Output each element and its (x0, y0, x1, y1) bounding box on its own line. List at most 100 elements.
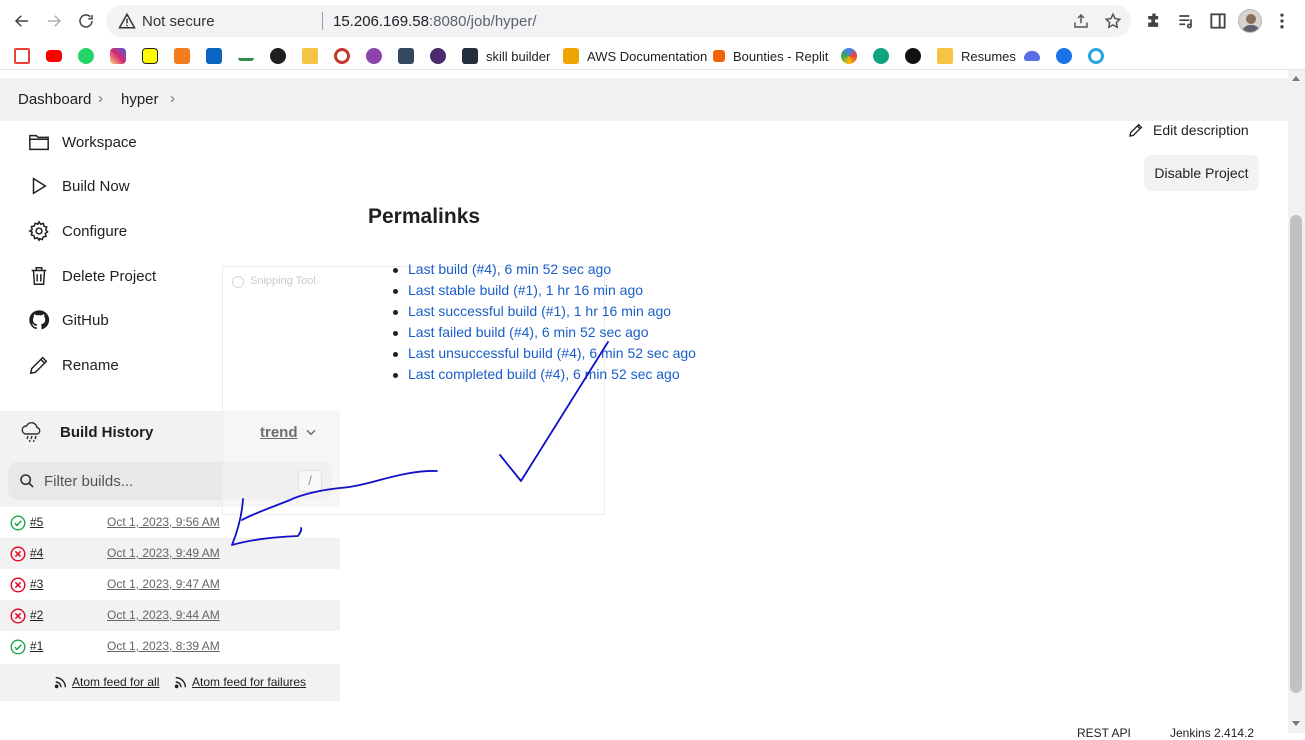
camera-icon (398, 48, 414, 64)
bookmark-ring[interactable] (1088, 48, 1104, 64)
play-icon (32, 177, 47, 195)
build-number-link[interactable]: #3 (30, 577, 43, 591)
bookmark-camera[interactable] (398, 48, 414, 64)
media-control-icon[interactable] (1176, 11, 1196, 31)
geeksforgeeks-icon (238, 51, 254, 61)
build-date-link[interactable]: Oct 1, 2023, 8:39 AM (107, 639, 220, 653)
atom-feed-failures-link[interactable]: Atom feed for failures (174, 675, 306, 689)
profile-avatar[interactable] (1238, 9, 1262, 33)
build-row: #3 Oct 1, 2023, 9:47 AM (0, 569, 340, 600)
back-button[interactable] (10, 9, 34, 33)
build-number-link[interactable]: #2 (30, 608, 43, 622)
page-scrollbar[interactable] (1288, 70, 1305, 733)
bookmark-red-logo[interactable] (334, 48, 350, 64)
rss-icon (174, 676, 187, 689)
build-date-link[interactable]: Oct 1, 2023, 9:47 AM (107, 577, 220, 591)
extensions-icon[interactable] (1144, 11, 1164, 31)
pencil-icon (29, 356, 48, 375)
bookmark-cube[interactable] (174, 48, 190, 64)
atom-feeds: Atom feed for all Atom feed for failures (0, 664, 340, 701)
snipping-tool-icon (232, 276, 244, 288)
circle-logo-icon (366, 48, 382, 64)
bookmark-skill-builder[interactable]: skill builder (462, 48, 550, 64)
atom-feed-all-link[interactable]: Atom feed for all (54, 675, 159, 689)
permalinks-list: Last build (#4), 6 min 52 sec ago Last s… (390, 261, 696, 387)
bookmark-instagram[interactable] (110, 48, 126, 64)
build-history-title: Build History (60, 424, 154, 441)
scrollbar-thumb[interactable] (1290, 215, 1302, 693)
scroll-down-icon[interactable] (1292, 721, 1300, 726)
task-rename[interactable]: Rename (28, 353, 119, 377)
permalink-last-unsuccessful-build[interactable]: Last unsuccessful build (#4), 6 min 52 s… (408, 345, 696, 361)
gear-icon (28, 220, 49, 242)
failed-x-icon (10, 546, 26, 562)
permalink-last-failed-build[interactable]: Last failed build (#4), 6 min 52 sec ago (408, 324, 648, 340)
breadcrumb-dashboard[interactable]: Dashboard (18, 91, 91, 108)
rest-api-link[interactable]: REST API (1077, 726, 1131, 740)
address-bar[interactable]: Not secure 15.206.169.58:8080/job/hyper/ (106, 5, 1131, 37)
build-date-link[interactable]: Oct 1, 2023, 9:44 AM (107, 608, 220, 622)
permalink-last-build[interactable]: Last build (#4), 6 min 52 sec ago (408, 261, 611, 277)
build-number-link[interactable]: #5 (30, 515, 43, 529)
search-icon (20, 474, 34, 488)
bookmark-youtube[interactable] (46, 48, 62, 64)
side-panel-icon[interactable] (1208, 11, 1228, 31)
bookmark-github[interactable] (270, 48, 286, 64)
task-workspace[interactable]: Workspace (28, 130, 137, 154)
pencil-icon (1129, 123, 1143, 137)
bookmark-snapchat[interactable] (142, 48, 158, 64)
share-icon[interactable] (1072, 12, 1090, 30)
cube-icon (174, 48, 190, 64)
bookmark-aws-documentation[interactable]: AWS Documentation (563, 48, 707, 64)
scroll-up-icon[interactable] (1292, 76, 1300, 81)
bookmark-star-badge[interactable] (905, 48, 921, 64)
bookmark-c-logo[interactable] (1056, 48, 1072, 64)
linkedin-icon (206, 48, 222, 64)
bookmark-vue[interactable] (430, 48, 446, 64)
bookmark-resumes[interactable]: Resumes (937, 48, 1016, 64)
permalink-last-completed-build[interactable]: Last completed build (#4), 6 min 52 sec … (408, 366, 680, 382)
security-label[interactable]: Not secure (142, 13, 215, 30)
build-date-link[interactable]: Oct 1, 2023, 9:56 AM (107, 515, 220, 529)
bookmark-circle-logo[interactable] (366, 48, 382, 64)
permalink-last-stable-build[interactable]: Last stable build (#1), 1 hr 16 min ago (408, 282, 643, 298)
build-number-link[interactable]: #4 (30, 546, 43, 560)
reload-button[interactable] (74, 9, 98, 33)
bookmark-gmail[interactable] (14, 48, 30, 64)
bookmark-bounties-replit[interactable]: Bounties - Replit (713, 48, 828, 64)
address-divider (322, 12, 323, 30)
failed-x-icon (10, 608, 26, 624)
bookmark-colorful[interactable] (841, 48, 857, 64)
breadcrumb-hyper[interactable]: hyper (121, 91, 159, 108)
bookmark-whatsapp[interactable] (78, 48, 94, 64)
task-github[interactable]: GitHub (28, 308, 109, 332)
youtube-icon (46, 50, 62, 62)
bookmark-star-icon[interactable] (1104, 12, 1122, 30)
task-delete-project[interactable]: Delete Project (28, 264, 156, 288)
build-row: #2 Oct 1, 2023, 9:44 AM (0, 600, 340, 631)
bookmark-chatgpt[interactable] (873, 48, 889, 64)
bookmark-folder[interactable] (302, 48, 318, 64)
bookmark-geeksforgeeks[interactable] (238, 48, 254, 64)
breadcrumb-separator[interactable]: › (170, 90, 175, 107)
build-row: #4 Oct 1, 2023, 9:49 AM (0, 538, 340, 569)
rss-icon (54, 676, 67, 689)
list-item: Last completed build (#4), 6 min 52 sec … (390, 366, 696, 387)
permalink-last-successful-build[interactable]: Last successful build (#1), 1 hr 16 min … (408, 303, 671, 319)
menu-dots-icon[interactable] (1272, 11, 1292, 31)
disable-project-button[interactable]: Disable Project (1144, 155, 1259, 191)
task-configure[interactable]: Configure (28, 219, 127, 243)
bookmark-cloud[interactable] (1024, 48, 1040, 64)
bookmarks-bar: skill builder AWS Documentation Bounties… (0, 42, 1305, 70)
build-date-link[interactable]: Oct 1, 2023, 9:49 AM (107, 546, 220, 560)
url-text[interactable]: 15.206.169.58:8080/job/hyper/ (333, 13, 537, 30)
trash-icon (31, 267, 47, 285)
build-number-link[interactable]: #1 (30, 639, 43, 653)
jenkins-version-link[interactable]: Jenkins 2.414.2 (1170, 726, 1254, 740)
edit-description-link[interactable]: Edit description (1128, 122, 1249, 138)
colorful-circle-icon (841, 48, 857, 64)
warning-icon (118, 12, 136, 29)
forward-button[interactable] (42, 9, 66, 33)
task-build-now[interactable]: Build Now (28, 174, 130, 198)
bookmark-linkedin[interactable] (206, 48, 222, 64)
